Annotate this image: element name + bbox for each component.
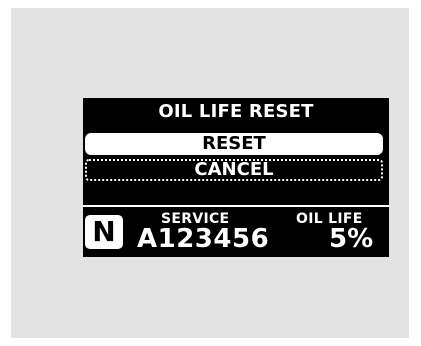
reset-option[interactable]: RESET — [85, 133, 383, 155]
gear-indicator: N — [85, 215, 123, 249]
cancel-option[interactable]: CANCEL — [85, 159, 383, 181]
service-code: A123456 — [137, 224, 270, 254]
background-panel: OIL LIFE RESET RESET CANCEL N SERVICE A1… — [11, 8, 409, 338]
oil-life-value: 5% — [329, 224, 374, 254]
info-display-screen: OIL LIFE RESET RESET CANCEL N SERVICE A1… — [83, 98, 389, 257]
status-divider — [83, 205, 389, 207]
screen-title: OIL LIFE RESET — [158, 101, 314, 122]
